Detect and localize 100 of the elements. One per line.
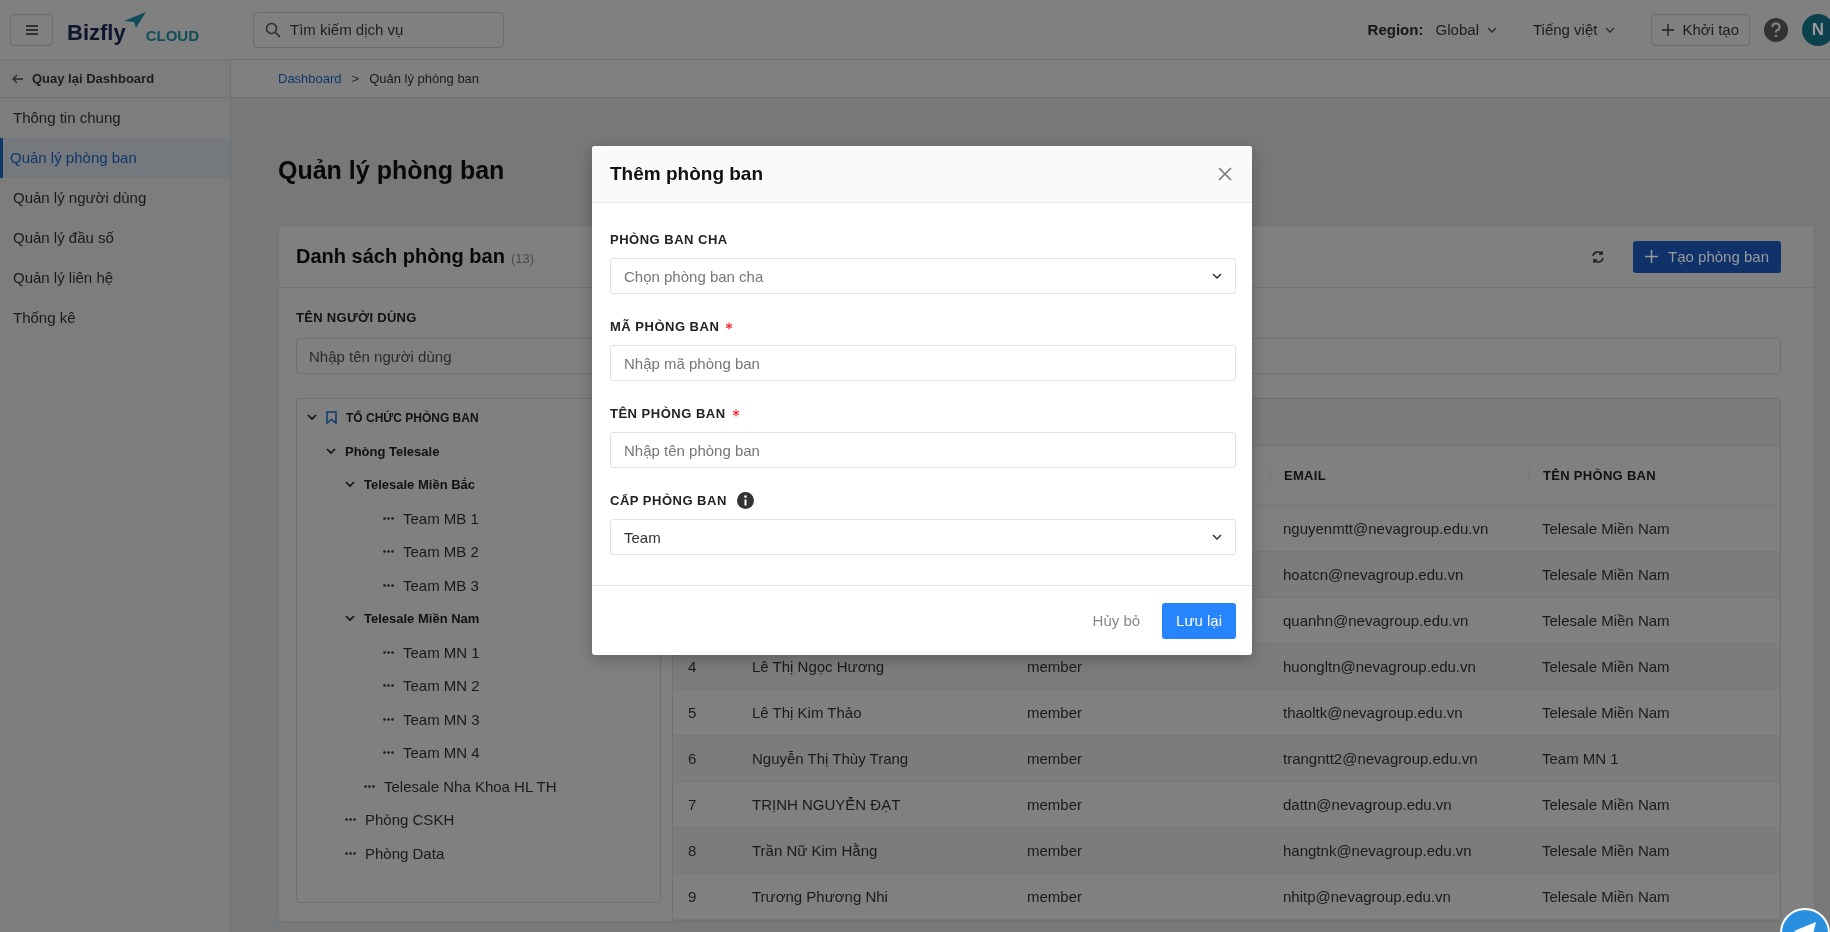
select-field[interactable]: Team	[610, 519, 1236, 555]
bookmark-icon	[326, 411, 337, 425]
sidebar-item[interactable]: Thông tin chung	[0, 98, 230, 138]
plus-icon	[1645, 250, 1659, 263]
table-cell: member	[1027, 842, 1082, 859]
breadcrumb-link[interactable]: Quản lý phòng ban	[369, 71, 480, 86]
create-department-button[interactable]: Tạo phòng ban	[1633, 240, 1781, 273]
input-field[interactable]: Nhập mã phòng ban	[610, 345, 1236, 381]
more-icon	[383, 717, 394, 721]
field-label: CẤP PHÒNG BAN	[610, 492, 727, 508]
tree-node[interactable]: Phòng Data	[365, 844, 445, 862]
table-cell: Telesale Miền Nam	[1542, 566, 1670, 583]
table-cell: 7	[688, 796, 697, 813]
table-cell: TRỊNH NGUYỄN ĐẠT	[752, 796, 901, 813]
logo[interactable]: Bizfly CLOUD	[67, 11, 199, 48]
tree-node[interactable]: Phòng Telesale	[345, 443, 440, 459]
create-button[interactable]: Khởi tạo	[1651, 13, 1750, 46]
table-cell: hangtnk@nevagroup.edu.vn	[1283, 842, 1472, 859]
table-cell: huongltn@nevagroup.edu.vn	[1283, 658, 1476, 675]
table-cell: member	[1027, 888, 1082, 905]
table-cell: Telesale Miền Nam	[1542, 612, 1670, 629]
more-icon	[383, 684, 394, 688]
tree-node[interactable]: Team MN 1	[403, 643, 480, 661]
field-label: MÃ PHÒNG BAN	[610, 318, 720, 334]
table-cell: member	[1027, 796, 1082, 813]
plus-icon	[1662, 23, 1675, 36]
table-cell: 9	[688, 888, 697, 905]
sidebar-item[interactable]: Quản lý liên hệ	[0, 258, 230, 298]
table-cell: Team MN 1	[1542, 750, 1619, 767]
table-cell: 4	[688, 658, 697, 675]
chevron-down-icon[interactable]	[345, 615, 355, 623]
table-cell: nguyenmtt@nevagroup.edu.vn	[1283, 520, 1489, 537]
chevron-down-icon[interactable]	[345, 481, 355, 489]
page-title: Quản lý phòng ban	[278, 155, 505, 185]
field-label: PHÒNG BAN CHA	[610, 231, 728, 247]
table-cell: Telesale Miền Nam	[1542, 888, 1670, 905]
user-avatar[interactable]: N	[1802, 13, 1830, 46]
table-cell: dattn@nevagroup.edu.vn	[1283, 796, 1452, 813]
table-cell: Telesale Miền Nam	[1542, 520, 1670, 537]
menu-icon	[24, 23, 39, 36]
save-button[interactable]: Lưu lại	[1162, 602, 1236, 639]
more-icon	[383, 583, 394, 587]
tree-node[interactable]: Telesale Miền Nam	[364, 611, 480, 627]
language-dropdown[interactable]: Tiếng việt	[1532, 21, 1616, 38]
back-link[interactable]: Quay lại Dashboard	[0, 60, 230, 98]
cancel-button[interactable]: Hủy bỏ	[1088, 602, 1145, 639]
table-cell: quanhn@nevagroup.edu.vn	[1283, 612, 1469, 629]
tree-node[interactable]: Team MB 1	[403, 509, 479, 527]
table-cell: member	[1027, 750, 1082, 767]
tree-node[interactable]: Team MN 3	[403, 710, 480, 728]
table-cell: member	[1027, 704, 1082, 721]
chevron-down-icon[interactable]	[326, 447, 336, 455]
more-icon	[364, 784, 375, 788]
more-icon	[383, 550, 394, 554]
tree-node[interactable]: Telesale Nha Khoa HL TH	[384, 777, 557, 795]
breadcrumb-link[interactable]: Dashboard	[278, 71, 342, 86]
column-header: TÊN PHÒNG BAN	[1529, 468, 1780, 483]
table-cell: Trần Nữ Kim Hằng	[752, 842, 878, 859]
table-cell: Telesale Miền Nam	[1542, 704, 1670, 721]
card-title: Danh sách phòng ban	[296, 245, 505, 268]
tree-node[interactable]: Team MN 2	[403, 677, 480, 695]
field-label: TÊN PHÒNG BAN	[610, 405, 726, 421]
sidebar-item[interactable]: Thống kê	[0, 298, 230, 338]
sidebar-item[interactable]: Quản lý đầu số	[0, 218, 230, 258]
input-field[interactable]: Nhập tên phòng ban	[610, 432, 1236, 468]
help-icon[interactable]	[1764, 17, 1788, 42]
table-cell: 6	[688, 750, 697, 767]
chevron-down-icon[interactable]	[307, 414, 317, 422]
table-cell: Telesale Miền Nam	[1542, 796, 1670, 813]
table-cell: member	[1027, 658, 1082, 675]
sidebar-item[interactable]: Quản lý phòng ban	[0, 138, 230, 178]
tree-node[interactable]: Team MB 2	[403, 543, 479, 561]
info-icon[interactable]	[736, 491, 754, 509]
more-icon	[345, 851, 356, 855]
chevron-down-icon	[1212, 273, 1222, 279]
menu-button[interactable]	[10, 13, 53, 46]
tree-node[interactable]: Telesale Miền Bắc	[364, 477, 476, 493]
close-icon[interactable]	[1218, 167, 1232, 181]
dialog-title: Thêm phòng ban	[610, 163, 764, 185]
table-cell: Telesale Miền Nam	[1542, 658, 1670, 675]
tree-node[interactable]: Team MN 4	[403, 744, 480, 762]
tree-node[interactable]: Team MB 3	[403, 576, 479, 594]
table-cell: Lê Thị Ngọc Hương	[752, 658, 885, 675]
chevron-down-icon	[1486, 26, 1497, 33]
arrow-left-icon	[12, 73, 24, 84]
more-icon	[383, 650, 394, 654]
chevron-down-icon	[1605, 26, 1616, 33]
tree-node[interactable]: TỔ CHỨC PHÒNG BAN	[346, 410, 479, 425]
table-cell: thaoltk@nevagroup.edu.vn	[1283, 704, 1463, 721]
table-cell: Trương Phương Nhi	[752, 888, 888, 905]
tree-node[interactable]: Phòng CSKH	[365, 811, 455, 829]
table-cell: trangntt2@nevagroup.edu.vn	[1283, 750, 1478, 767]
select-field[interactable]: Chọn phòng ban cha	[610, 258, 1236, 294]
sidebar-item[interactable]: Quản lý người dùng	[0, 178, 230, 218]
column-header: EMAIL	[1270, 468, 1529, 483]
search-field[interactable]: Tìm kiếm dịch vụ	[253, 11, 504, 48]
table-cell: nhitp@nevagroup.edu.vn	[1283, 888, 1451, 905]
region-dropdown[interactable]: Region: Global	[1367, 21, 1497, 38]
refresh-icon[interactable]	[1591, 249, 1606, 264]
breadcrumb-separator: >	[351, 71, 360, 86]
